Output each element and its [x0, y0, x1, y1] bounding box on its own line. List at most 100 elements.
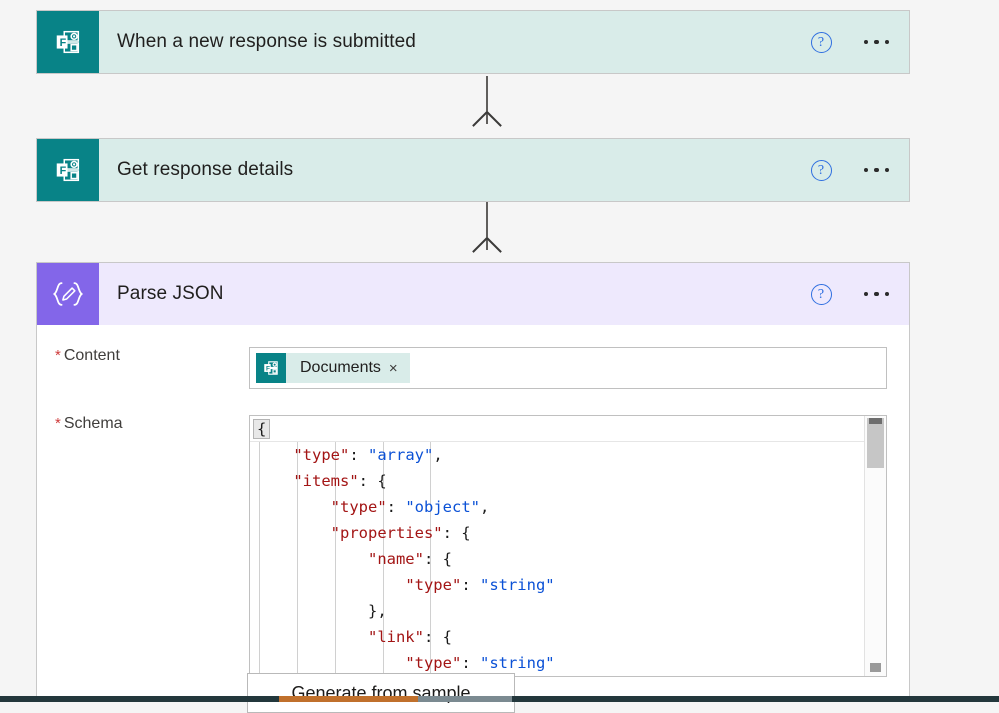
- schema-code-line[interactable]: {: [250, 416, 864, 442]
- code-token-str: "string": [479, 576, 555, 594]
- svg-text:F: F: [60, 37, 67, 49]
- code-token-key: "items": [293, 472, 359, 490]
- code-token-pun: : {: [358, 472, 387, 490]
- schema-editor[interactable]: { "type": "array", "items": { "type": "o…: [249, 415, 887, 677]
- schema-editor-scrollbar[interactable]: [864, 416, 886, 676]
- schema-label-text: Schema: [63, 415, 123, 432]
- code-text: "type": "object",: [331, 498, 490, 516]
- flow-step-header-actions: ?: [810, 139, 892, 201]
- schema-code-line[interactable]: "link": {: [250, 624, 864, 650]
- generate-from-sample-button[interactable]: Generate from sample: [247, 673, 515, 713]
- code-token-key: "type": [405, 576, 462, 594]
- help-icon[interactable]: ?: [810, 159, 832, 181]
- code-token-pun: : {: [423, 628, 452, 646]
- code-token-pun: ,: [433, 446, 443, 464]
- code-text: "link": {: [368, 628, 452, 646]
- flow-connector-1: [470, 76, 504, 138]
- code-text: "name": {: [368, 550, 452, 568]
- help-icon[interactable]: ?: [810, 31, 832, 53]
- flow-step-header-actions: ?: [810, 263, 892, 325]
- code-text: "type": "string": [405, 576, 554, 594]
- content-label-text: Content: [63, 347, 120, 364]
- code-token-key: "type": [293, 446, 350, 464]
- schema-code-line[interactable]: "type": "object",: [250, 494, 864, 520]
- flow-connector-2: [470, 202, 504, 262]
- more-options-icon[interactable]: [862, 286, 892, 303]
- schema-code-line[interactable]: "type": "string": [250, 572, 864, 598]
- code-token-pun: {: [257, 420, 267, 438]
- flow-step-header[interactable]: F Get response details ?: [37, 139, 909, 201]
- microsoft-forms-icon: F: [256, 353, 286, 383]
- microsoft-forms-icon: F: [37, 139, 99, 201]
- required-marker: *: [55, 415, 61, 432]
- code-token-pun: :: [461, 576, 480, 594]
- code-token-key: "properties": [330, 524, 443, 542]
- schema-field-row: * Schema { "type": "array", "items": { "t…: [37, 389, 909, 677]
- code-token-pun: :: [349, 446, 368, 464]
- code-token-pun: : {: [423, 550, 452, 568]
- code-token-str: "string": [479, 654, 555, 672]
- svg-text:F: F: [266, 365, 270, 372]
- schema-code-line[interactable]: "type": "array",: [250, 442, 864, 468]
- parse-json-icon: [37, 263, 99, 325]
- schema-code-line[interactable]: },: [250, 598, 864, 624]
- scrollbar-thumb[interactable]: [867, 418, 884, 468]
- code-token-key: "type": [330, 498, 387, 516]
- more-options-icon[interactable]: [862, 162, 892, 179]
- flow-step-card-trigger[interactable]: F When a new response is submitted ?: [36, 10, 910, 74]
- code-token-key: "name": [367, 550, 424, 568]
- code-token-pun: ,: [479, 498, 490, 516]
- svg-text:F: F: [60, 165, 67, 177]
- code-token-pun: :: [461, 654, 480, 672]
- flow-step-card-parse-json[interactable]: Parse JSON ? * Content F Documents × * S…: [36, 262, 910, 702]
- content-field-row: * Content F Documents ×: [37, 325, 909, 389]
- parse-json-body: * Content F Documents × * Schema {"type…: [37, 325, 909, 677]
- content-field-label: * Content: [37, 347, 249, 365]
- code-caret-selection: {: [253, 419, 271, 439]
- flow-step-title: When a new response is submitted: [117, 31, 416, 52]
- code-token-pun: : {: [442, 524, 471, 542]
- remove-token-icon[interactable]: ×: [389, 360, 410, 377]
- taskbar-active-app[interactable]: [279, 696, 418, 702]
- code-token-pun: },: [367, 602, 387, 620]
- schema-code-line[interactable]: "items": {: [250, 468, 864, 494]
- code-token-str: "array": [368, 446, 434, 464]
- arrow-down-icon: [475, 236, 499, 260]
- code-text: "items": {: [293, 472, 386, 490]
- required-marker: *: [55, 347, 61, 364]
- code-token-key: "type": [405, 654, 462, 672]
- flow-step-header-actions: ?: [810, 11, 892, 73]
- code-text: "type": "string": [405, 654, 554, 672]
- flow-step-header[interactable]: Parse JSON ?: [37, 263, 909, 325]
- taskbar-app[interactable]: [418, 696, 512, 702]
- token-label: Documents: [300, 359, 381, 376]
- help-icon[interactable]: ?: [810, 283, 832, 305]
- code-token-str: "object": [405, 498, 480, 516]
- dynamic-content-token[interactable]: F Documents ×: [256, 353, 410, 383]
- flow-step-header[interactable]: F When a new response is submitted ?: [37, 11, 909, 73]
- flow-step-title: Parse JSON: [117, 283, 224, 304]
- schema-code-line[interactable]: "name": {: [250, 546, 864, 572]
- schema-code-area[interactable]: { "type": "array", "items": { "type": "o…: [250, 416, 864, 676]
- flow-designer-canvas: F When a new response is submitted ? F G…: [0, 0, 999, 713]
- arrow-down-icon: [475, 110, 499, 134]
- code-text: },: [368, 602, 387, 620]
- more-options-icon[interactable]: [862, 34, 892, 51]
- flow-step-card-get-response-details[interactable]: F Get response details ?: [36, 138, 910, 202]
- schema-field-label: * Schema: [37, 415, 249, 433]
- schema-code-line[interactable]: "properties": {: [250, 520, 864, 546]
- content-input[interactable]: F Documents ×: [249, 347, 887, 389]
- scrollbar-down-button[interactable]: [870, 663, 881, 672]
- microsoft-forms-icon: F: [37, 11, 99, 73]
- code-text: "properties": {: [331, 524, 471, 542]
- scrollbar-thumb-cap: [869, 418, 882, 424]
